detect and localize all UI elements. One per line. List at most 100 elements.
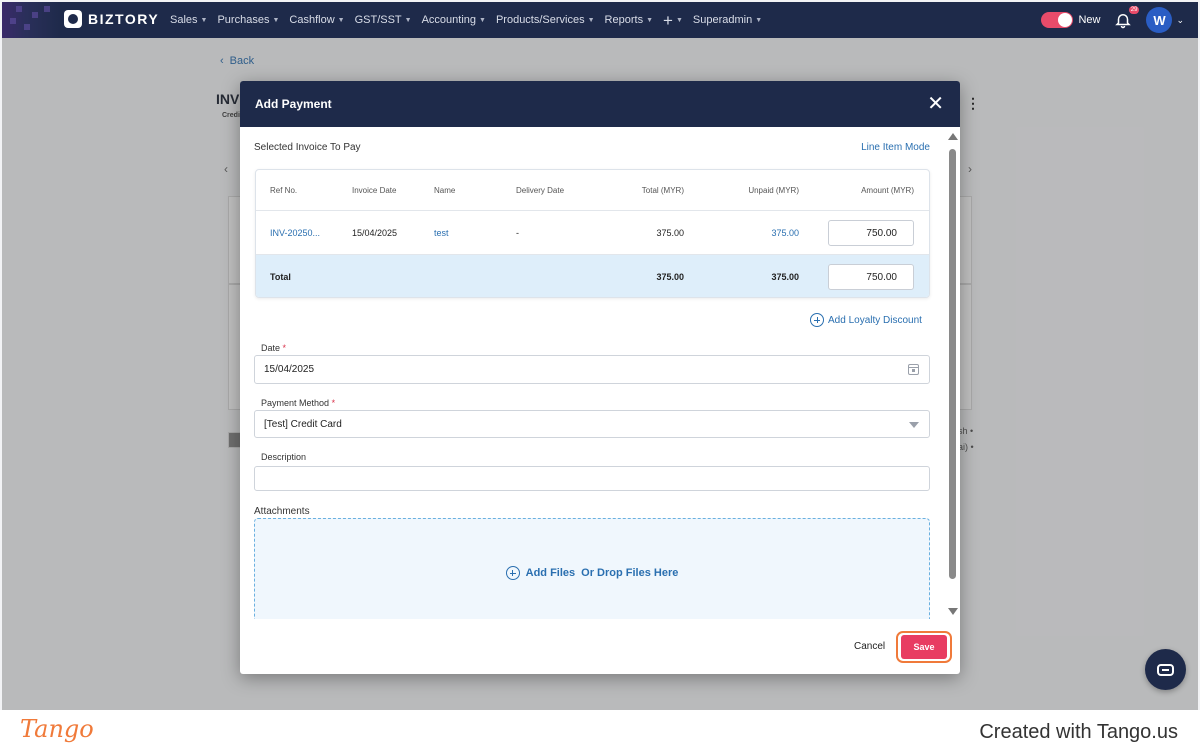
payment-method-select[interactable]: [Test] Credit Card [254,410,930,438]
attachments-label: Attachments [254,506,310,517]
caret-down-icon: ▼ [404,16,412,24]
nav-item-products-services[interactable]: Products/Services ▼ [496,14,595,26]
nav-label: GST/SST [354,14,402,26]
unpaid-sum-cell: 375.00 [771,272,799,282]
nav-item-sales[interactable]: Sales ▼ [170,14,207,26]
date-value: 15/04/2025 [264,364,315,375]
caret-down-icon: ▼ [337,16,345,24]
logo-mosaic [2,2,62,38]
required-mark: * [331,398,336,408]
new-ui-toggle[interactable]: New [1041,12,1100,28]
total-label: Total [270,272,291,282]
drop-files-label: Or Drop Files Here [581,567,679,579]
toggle-switch[interactable] [1041,12,1074,28]
scroll-thumb[interactable] [949,149,956,579]
add-files-label: Add Files [525,567,576,579]
plus-circle-icon [810,313,824,327]
label-text: Date [261,343,281,353]
modal-body: Selected Invoice To Pay Line Item Mode R… [240,127,946,619]
nav-menu: Sales ▼ Purchases ▼ Cashflow ▼ GST/SST ▼ Acc… [170,2,762,38]
plus-icon: + [663,10,673,30]
line-item-mode-link[interactable]: Line Item Mode [861,142,930,153]
date-label: Date * [261,343,286,353]
modal-header: Add Payment ✕ [240,81,960,127]
invoice-table: Ref No. Invoice Date Name Delivery Date … [255,169,930,298]
nav-label: Superadmin [692,14,753,26]
scroll-up-icon[interactable] [948,133,958,140]
cancel-button[interactable]: Cancel [854,641,885,652]
invoice-ref-link[interactable]: INV-20250... [270,228,320,238]
total-sum-cell: 375.00 [656,272,684,282]
scroll-down-icon[interactable] [948,608,958,615]
brand-logo[interactable]: BIZTORY [64,10,159,28]
total-amount-input[interactable]: 750.00 [828,264,914,290]
nav-label: Accounting [421,14,477,26]
section-title: Selected Invoice To Pay [254,142,361,153]
caret-down-icon: ▼ [272,16,280,24]
caret-down-icon [909,422,919,428]
top-navbar: BIZTORY Sales ▼ Purchases ▼ Cashflow ▼ GST/… [2,2,1198,38]
delivery-date-cell: - [516,227,519,238]
column-header: Invoice Date [352,185,397,195]
tango-logo: Tango [20,715,94,743]
brand-icon [64,10,82,28]
customer-name-link[interactable]: test [434,228,449,238]
bell-icon[interactable]: 29 [1114,6,1140,29]
user-menu[interactable]: W ⌄ [1146,7,1184,33]
payment-method-value: [Test] Credit Card [264,418,342,430]
notification-badge: 29 [1128,6,1140,14]
column-header: Unpaid (MYR) [748,185,799,195]
chat-icon [1157,663,1174,676]
add-payment-modal: Add Payment ✕ Selected Invoice To Pay Li… [240,81,960,674]
attachments-dropzone[interactable]: Add Files Or Drop Files Here [254,518,930,619]
nav-label: Sales [170,14,198,26]
selected-invoice-header: Selected Invoice To Pay Line Item Mode [254,142,930,153]
brand-name: BIZTORY [88,11,160,27]
caret-down-icon: ▼ [675,16,683,24]
column-header: Total (MYR) [641,185,684,195]
close-icon[interactable]: ✕ [927,94,944,114]
plus-circle-icon [505,566,520,580]
nav-item-reports[interactable]: Reports ▼ [605,14,653,26]
table-total-row: Total 375.00 375.00 750.00 [256,255,929,297]
caret-down-icon: ▼ [646,16,654,24]
date-field[interactable]: 15/04/2025 [254,355,930,384]
description-input[interactable] [254,466,930,491]
table-row: INV-20250... 15/04/2025 test - 375.00 37… [256,211,929,255]
total-cell: 375.00 [656,227,684,238]
required-mark: * [282,343,287,353]
modal-scrollbar[interactable] [946,127,960,619]
unpaid-cell: 375.00 [771,227,799,238]
column-header: Amount (MYR) [861,185,914,195]
column-header: Name [434,185,456,195]
amount-input[interactable]: 750.00 [828,219,914,246]
nav-right: New 29 W ⌄ [1041,2,1184,38]
caret-down-icon: ▼ [479,16,486,24]
nav-item-purchases[interactable]: Purchases ▼ [217,14,279,26]
caret-down-icon: ▼ [587,16,595,24]
tango-credit: Created with Tango.us [979,721,1178,743]
nav-label: Purchases [217,14,270,26]
avatar: W [1146,7,1173,33]
description-label: Description [261,452,307,462]
nav-label: Cashflow [289,14,335,26]
nav-item-gst-sst[interactable]: GST/SST ▼ [355,14,412,26]
table-header-row: Ref No. Invoice Date Name Delivery Date … [256,170,929,211]
chat-support-button[interactable] [1145,649,1186,690]
add-loyalty-label: Add Loyalty Discount [828,314,922,326]
nav-item-accounting[interactable]: Accounting ▼ [422,14,486,26]
column-header: Ref No. [270,185,298,195]
caret-down-icon: ▼ [200,16,208,24]
nav-item-create[interactable]: + ▼ [663,12,683,29]
nav-item-cashflow[interactable]: Cashflow ▼ [289,14,344,26]
modal-title: Add Payment [255,97,332,111]
modal-footer: Cancel Save [240,619,960,674]
calendar-icon[interactable] [908,364,919,375]
add-loyalty-discount-button[interactable]: Add Loyalty Discount [810,313,922,327]
save-button[interactable]: Save [901,635,947,659]
nav-item-superadmin[interactable]: Superadmin ▼ [693,14,762,26]
caret-down-icon: ▼ [755,16,763,24]
label-text: Payment Method [261,398,330,408]
payment-method-label: Payment Method * [261,398,335,408]
invoice-date-cell: 15/04/2025 [352,227,398,238]
